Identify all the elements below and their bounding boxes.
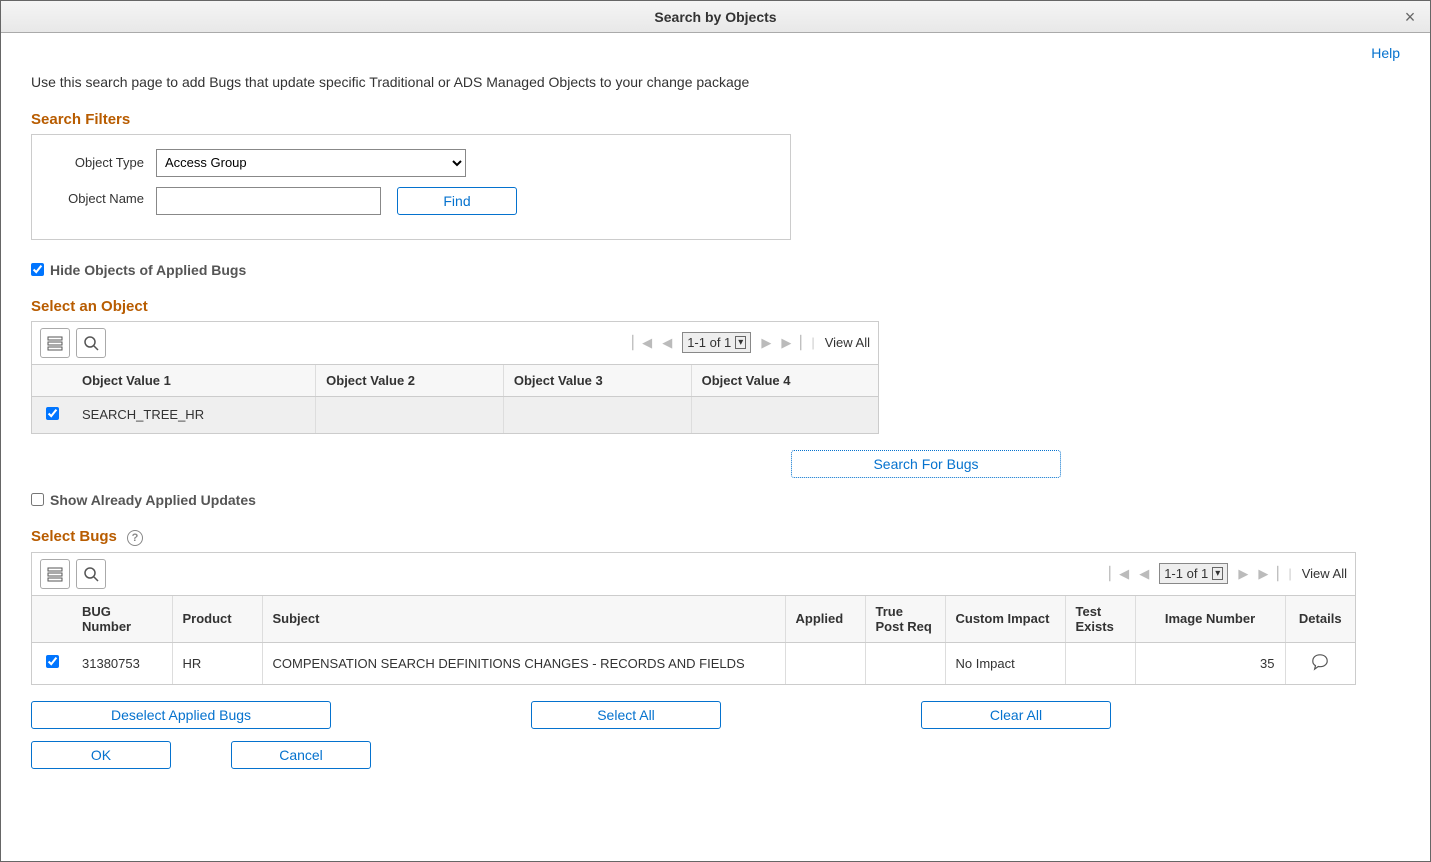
bugs-table: BUG Number Product Subject Applied True … <box>32 596 1355 684</box>
cell-test-exists <box>1065 642 1135 684</box>
col-object-value-4[interactable]: Object Value 4 <box>691 365 878 397</box>
cell-bug-number: 31380753 <box>72 642 172 684</box>
col-subject[interactable]: Subject <box>262 596 785 643</box>
cell-custom-impact: No Impact <box>945 642 1065 684</box>
intro-text: Use this search page to add Bugs that up… <box>31 73 751 93</box>
col-image-number[interactable]: Image Number <box>1135 596 1285 643</box>
col-product[interactable]: Product <box>172 596 262 643</box>
page-range-select[interactable]: 1-1 of 1▾ <box>1159 563 1228 584</box>
cell-object-value-3 <box>503 396 691 433</box>
page-range-select[interactable]: 1-1 of 1▾ <box>682 332 751 353</box>
last-page-icon[interactable]: ▶▕ <box>781 335 801 351</box>
close-icon[interactable]: × <box>1400 7 1420 28</box>
search-icon[interactable] <box>76 328 106 358</box>
object-type-select[interactable]: Access Group <box>156 149 466 177</box>
cell-object-value-2 <box>316 396 504 433</box>
objects-grid: ▏◀ ◀ 1-1 of 1▾ ▶ ▶▕ | View All Object Va… <box>31 321 879 434</box>
content: Help Use this search page to add Bugs th… <box>1 33 1430 861</box>
help-icon[interactable]: ? <box>127 530 143 546</box>
title-bar: Search by Objects × <box>1 1 1430 33</box>
table-row: 31380753 HR COMPENSATION SEARCH DEFINITI… <box>32 642 1355 684</box>
prev-page-icon[interactable]: ◀ <box>1139 566 1149 582</box>
cell-image-number: 35 <box>1135 642 1285 684</box>
cell-product: HR <box>172 642 262 684</box>
show-applied-checkbox[interactable] <box>31 493 44 506</box>
col-applied[interactable]: Applied <box>785 596 865 643</box>
objects-table: Object Value 1 Object Value 2 Object Val… <box>32 365 878 433</box>
table-row: SEARCH_TREE_HR <box>32 396 878 433</box>
search-icon[interactable] <box>76 559 106 589</box>
first-page-icon[interactable]: ▏◀ <box>632 335 652 351</box>
select-bugs-title: Select Bugs ? <box>31 528 1400 546</box>
col-object-value-1[interactable]: Object Value 1 <box>72 365 316 397</box>
window-title: Search by Objects <box>654 9 776 25</box>
find-button[interactable]: Find <box>397 187 517 215</box>
object-row-checkbox[interactable] <box>46 407 59 420</box>
view-all-link[interactable]: View All <box>1302 566 1347 581</box>
details-icon[interactable] <box>1285 642 1355 684</box>
cell-object-value-4 <box>691 396 878 433</box>
search-for-bugs-button[interactable]: Search For Bugs <box>791 450 1061 478</box>
bugs-pager: ▏◀ ◀ 1-1 of 1▾ ▶ ▶▕ | View All <box>1109 563 1347 584</box>
object-type-label: Object Type <box>46 155 156 170</box>
cell-true-post-req <box>865 642 945 684</box>
bugs-grid-toolbar: ▏◀ ◀ 1-1 of 1▾ ▶ ▶▕ | View All <box>32 553 1355 596</box>
select-object-title: Select an Object <box>31 298 1400 315</box>
col-true-post-req[interactable]: True Post Req <box>865 596 945 643</box>
first-page-icon[interactable]: ▏◀ <box>1109 566 1129 582</box>
col-test-exists[interactable]: Test Exists <box>1065 596 1135 643</box>
deselect-applied-button[interactable]: Deselect Applied Bugs <box>31 701 331 729</box>
col-bug-number[interactable]: BUG Number <box>72 596 172 643</box>
objects-pager: ▏◀ ◀ 1-1 of 1▾ ▶ ▶▕ | View All <box>632 332 870 353</box>
help-link[interactable]: Help <box>1371 45 1400 61</box>
view-all-link[interactable]: View All <box>825 335 870 350</box>
select-all-button[interactable]: Select All <box>531 701 721 729</box>
cell-subject: COMPENSATION SEARCH DEFINITIONS CHANGES … <box>262 642 785 684</box>
search-filters-title: Search Filters <box>31 111 1400 128</box>
hide-applied-checkbox[interactable] <box>31 263 44 276</box>
search-filters-box: Object Type Access Group Object Name Fin… <box>31 134 791 240</box>
chevron-down-icon: ▾ <box>735 336 746 349</box>
col-object-value-3[interactable]: Object Value 3 <box>503 365 691 397</box>
bugs-grid: ▏◀ ◀ 1-1 of 1▾ ▶ ▶▕ | View All BUG Nu <box>31 552 1356 685</box>
object-name-input[interactable] <box>156 187 381 215</box>
col-object-value-2[interactable]: Object Value 2 <box>316 365 504 397</box>
col-custom-impact[interactable]: Custom Impact <box>945 596 1065 643</box>
next-page-icon[interactable]: ▶ <box>1238 566 1248 582</box>
next-page-icon[interactable]: ▶ <box>761 335 771 351</box>
object-name-label: Object Name <box>46 187 156 206</box>
chevron-down-icon: ▾ <box>1212 567 1223 580</box>
objects-grid-toolbar: ▏◀ ◀ 1-1 of 1▾ ▶ ▶▕ | View All <box>32 322 878 365</box>
hide-applied-label: Hide Objects of Applied Bugs <box>50 262 246 278</box>
prev-page-icon[interactable]: ◀ <box>662 335 672 351</box>
cell-object-value-1: SEARCH_TREE_HR <box>72 396 316 433</box>
grid-settings-icon[interactable] <box>40 559 70 589</box>
ok-button[interactable]: OK <box>31 741 171 769</box>
cell-applied <box>785 642 865 684</box>
bug-row-checkbox[interactable] <box>46 655 59 668</box>
col-details[interactable]: Details <box>1285 596 1355 643</box>
grid-settings-icon[interactable] <box>40 328 70 358</box>
show-applied-label: Show Already Applied Updates <box>50 492 256 508</box>
last-page-icon[interactable]: ▶▕ <box>1258 566 1278 582</box>
cancel-button[interactable]: Cancel <box>231 741 371 769</box>
clear-all-button[interactable]: Clear All <box>921 701 1111 729</box>
